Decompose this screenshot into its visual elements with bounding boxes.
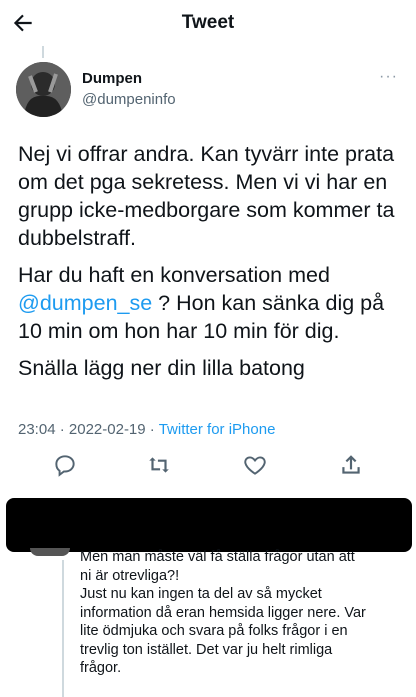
retweet-icon (149, 457, 169, 473)
tweet-text-fragment: Har du haft en konversation med (18, 263, 330, 287)
reply-button[interactable] (52, 452, 78, 478)
retweet-button[interactable] (146, 452, 172, 478)
meta-separator: · (55, 421, 69, 438)
tweet-actions (0, 452, 416, 482)
share-button[interactable] (338, 452, 364, 478)
tweet-metadata: 23:04 · 2022-02-19 · Twitter for iPhone (18, 421, 275, 438)
tweet-time[interactable]: 23:04 (18, 421, 56, 438)
tweet-paragraph: Snälla lägg ner din lilla batong (18, 356, 305, 380)
meta-separator: · (145, 421, 159, 438)
tweet-paragraph: Har du haft en konversation med @dumpen_… (18, 261, 410, 345)
user-handle[interactable]: @dumpeninfo (82, 91, 176, 108)
avatar[interactable] (16, 62, 71, 117)
more-options-button[interactable]: ··· (379, 68, 398, 86)
tweet-date[interactable]: 2022-02-19 (69, 421, 146, 438)
tweet-source-link[interactable]: Twitter for iPhone (159, 421, 276, 438)
thread-line (42, 46, 44, 58)
avatar-image (16, 62, 71, 117)
share-icon (342, 455, 360, 474)
tweet-text: Nej vi offrar andra. Kan tyvärr inte pra… (18, 140, 410, 391)
display-name[interactable]: Dumpen (82, 70, 142, 87)
thread-line (62, 560, 64, 697)
tweet-author: Dumpen @dumpeninfo ··· (16, 62, 400, 118)
reply-tweet-text: Men man måste väl få ställa frågor utan … (80, 549, 366, 676)
tweet-paragraph: Nej vi offrar andra. Kan tyvärr inte pra… (18, 142, 395, 250)
mention-link[interactable]: @dumpen_se (18, 291, 152, 315)
reply-avatar[interactable] (30, 548, 70, 556)
top-bar: Tweet (0, 0, 416, 46)
page-title: Tweet (181, 12, 235, 33)
heart-icon (244, 456, 266, 475)
redaction-bar (6, 498, 412, 552)
like-button[interactable] (242, 452, 268, 478)
reply-icon (55, 455, 75, 477)
